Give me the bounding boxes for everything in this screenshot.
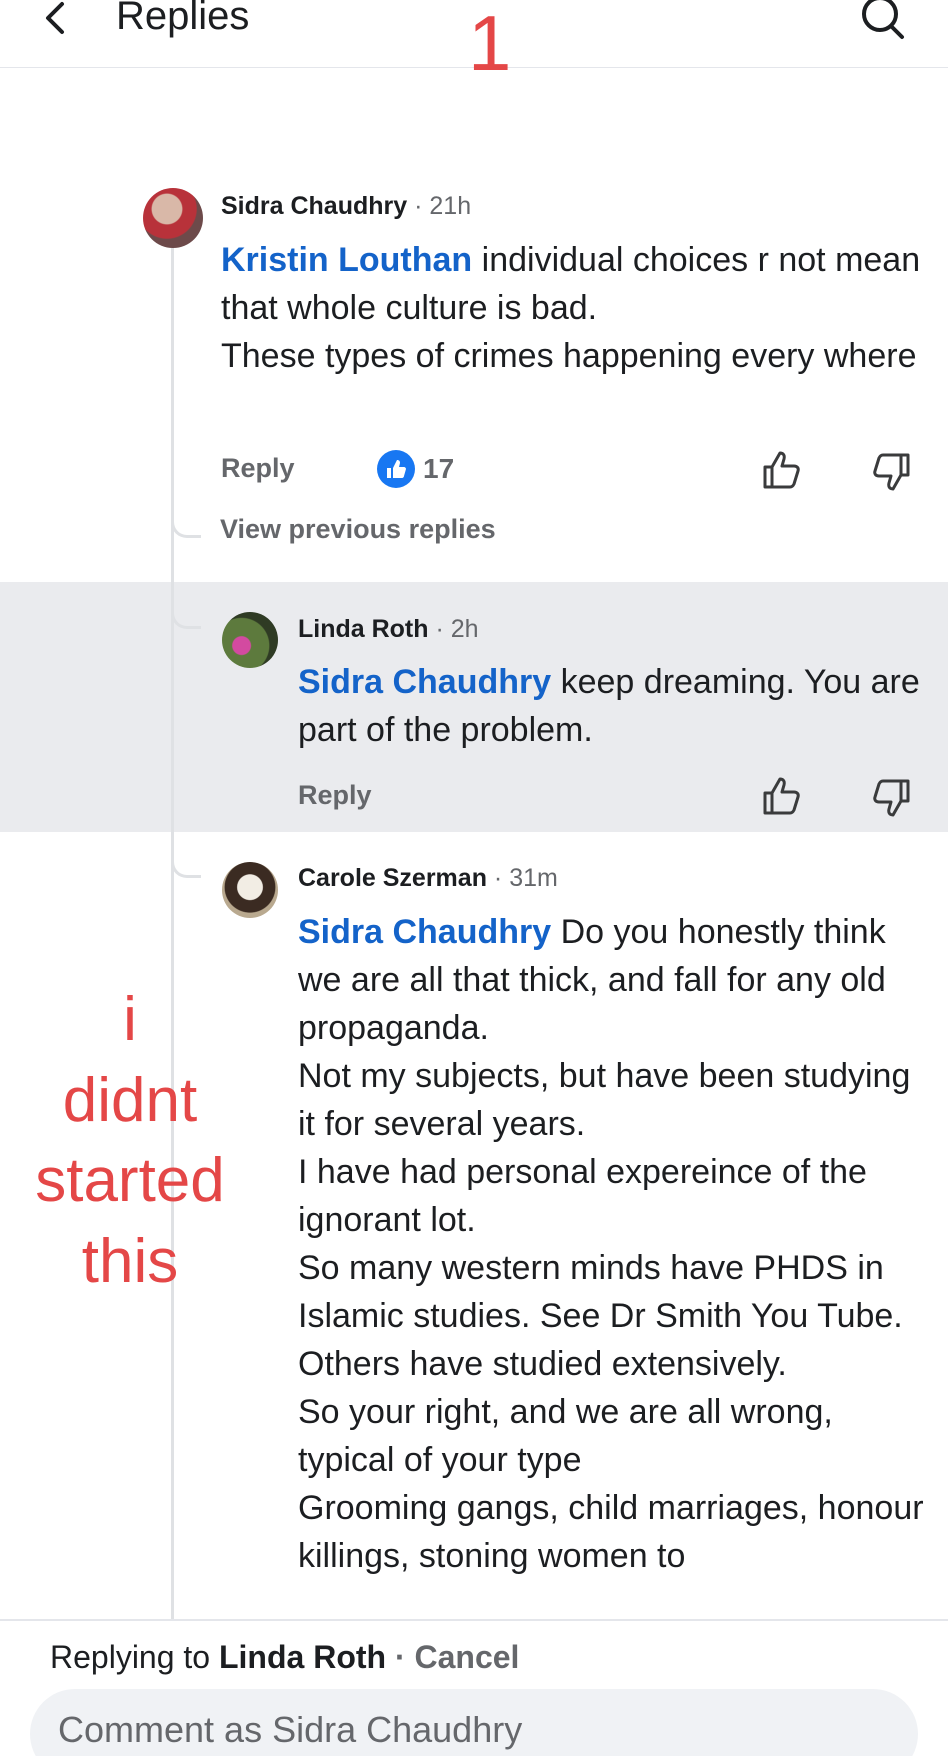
- comment-text-line2: These types of crimes happening every wh…: [221, 337, 917, 375]
- thumbs-up-icon[interactable]: [761, 449, 805, 493]
- reply-text-p6: Grooming gangs, child marriages, honour …: [298, 1489, 924, 1575]
- thumbs-up-icon[interactable]: [761, 775, 805, 819]
- thread-branch: [171, 854, 201, 878]
- thumbs-down-icon[interactable]: [868, 775, 912, 819]
- overlay-page-number: 1: [468, 0, 512, 87]
- reply-text-p5: So your right, and we are all wrong, typ…: [298, 1393, 833, 1479]
- reply-author[interactable]: Linda Roth · 2h: [298, 615, 479, 644]
- avatar-sidra-chaudhry[interactable]: [143, 188, 203, 248]
- reply-composer: Replying to Linda Roth · Cancel Comment …: [0, 1619, 948, 1756]
- comment-body: Kristin Louthan individual choices r not…: [221, 236, 921, 380]
- thumbs-down-icon[interactable]: [868, 449, 912, 493]
- reply-text-p3: I have had personal expereince of the ig…: [298, 1153, 867, 1239]
- reply-author[interactable]: Carole Szerman · 31m: [298, 864, 558, 893]
- overlay-line: i: [123, 985, 137, 1054]
- comment-placeholder: Comment as Sidra Chaudhry: [58, 1709, 523, 1750]
- reply-time: · 31m: [493, 864, 558, 892]
- avatar-carole-szerman[interactable]: [222, 862, 278, 918]
- mention-link[interactable]: Sidra Chaudhry: [298, 663, 551, 701]
- avatar-linda-roth[interactable]: [222, 612, 278, 668]
- reply-button[interactable]: Reply: [298, 780, 372, 811]
- overlay-line: started: [35, 1146, 225, 1216]
- reply-body: Sidra Chaudhry keep dreaming. You are pa…: [298, 658, 926, 754]
- overlay-line: this: [81, 1226, 179, 1296]
- cancel-reply-button[interactable]: · Cancel: [386, 1639, 519, 1675]
- author-name[interactable]: Carole Szerman: [298, 864, 487, 892]
- reply-text-p2: Not my subjects, but have been studying …: [298, 1057, 911, 1143]
- reply-text-p4: So many western minds have PHDS in Islam…: [298, 1249, 903, 1383]
- overlay-annotation: i didnt started this: [10, 980, 250, 1302]
- overlay-line: didnt: [62, 1065, 198, 1135]
- reply-body: Sidra Chaudhry Do you honestly think we …: [298, 908, 926, 1619]
- page-title: Replies: [116, 0, 250, 38]
- mention-link[interactable]: Sidra Chaudhry: [298, 913, 551, 951]
- author-name[interactable]: Linda Roth: [298, 615, 429, 643]
- search-icon[interactable]: [858, 0, 908, 46]
- like-badge-icon: [377, 450, 415, 488]
- reply-button[interactable]: Reply: [221, 453, 295, 484]
- comment-input[interactable]: Comment as Sidra Chaudhry: [30, 1689, 918, 1756]
- back-arrow-icon[interactable]: [36, 0, 76, 40]
- like-count-value: 17: [423, 453, 455, 484]
- reaction-count[interactable]: 17: [377, 450, 454, 488]
- replying-to-bar: Replying to Linda Roth · Cancel: [50, 1639, 519, 1676]
- thread-line: [171, 236, 174, 1620]
- view-previous-replies-link[interactable]: View previous replies: [220, 514, 496, 545]
- mention-link[interactable]: Kristin Louthan: [221, 241, 472, 279]
- comment-author[interactable]: Sidra Chaudhry · 21h: [221, 192, 471, 221]
- replying-prefix: Replying to: [50, 1639, 219, 1675]
- replying-name: Linda Roth: [218, 1639, 387, 1675]
- author-name[interactable]: Sidra Chaudhry: [221, 192, 407, 220]
- thread-branch: [171, 514, 201, 538]
- comment-time: · 21h: [414, 192, 472, 220]
- reply-time: · 2h: [435, 615, 479, 643]
